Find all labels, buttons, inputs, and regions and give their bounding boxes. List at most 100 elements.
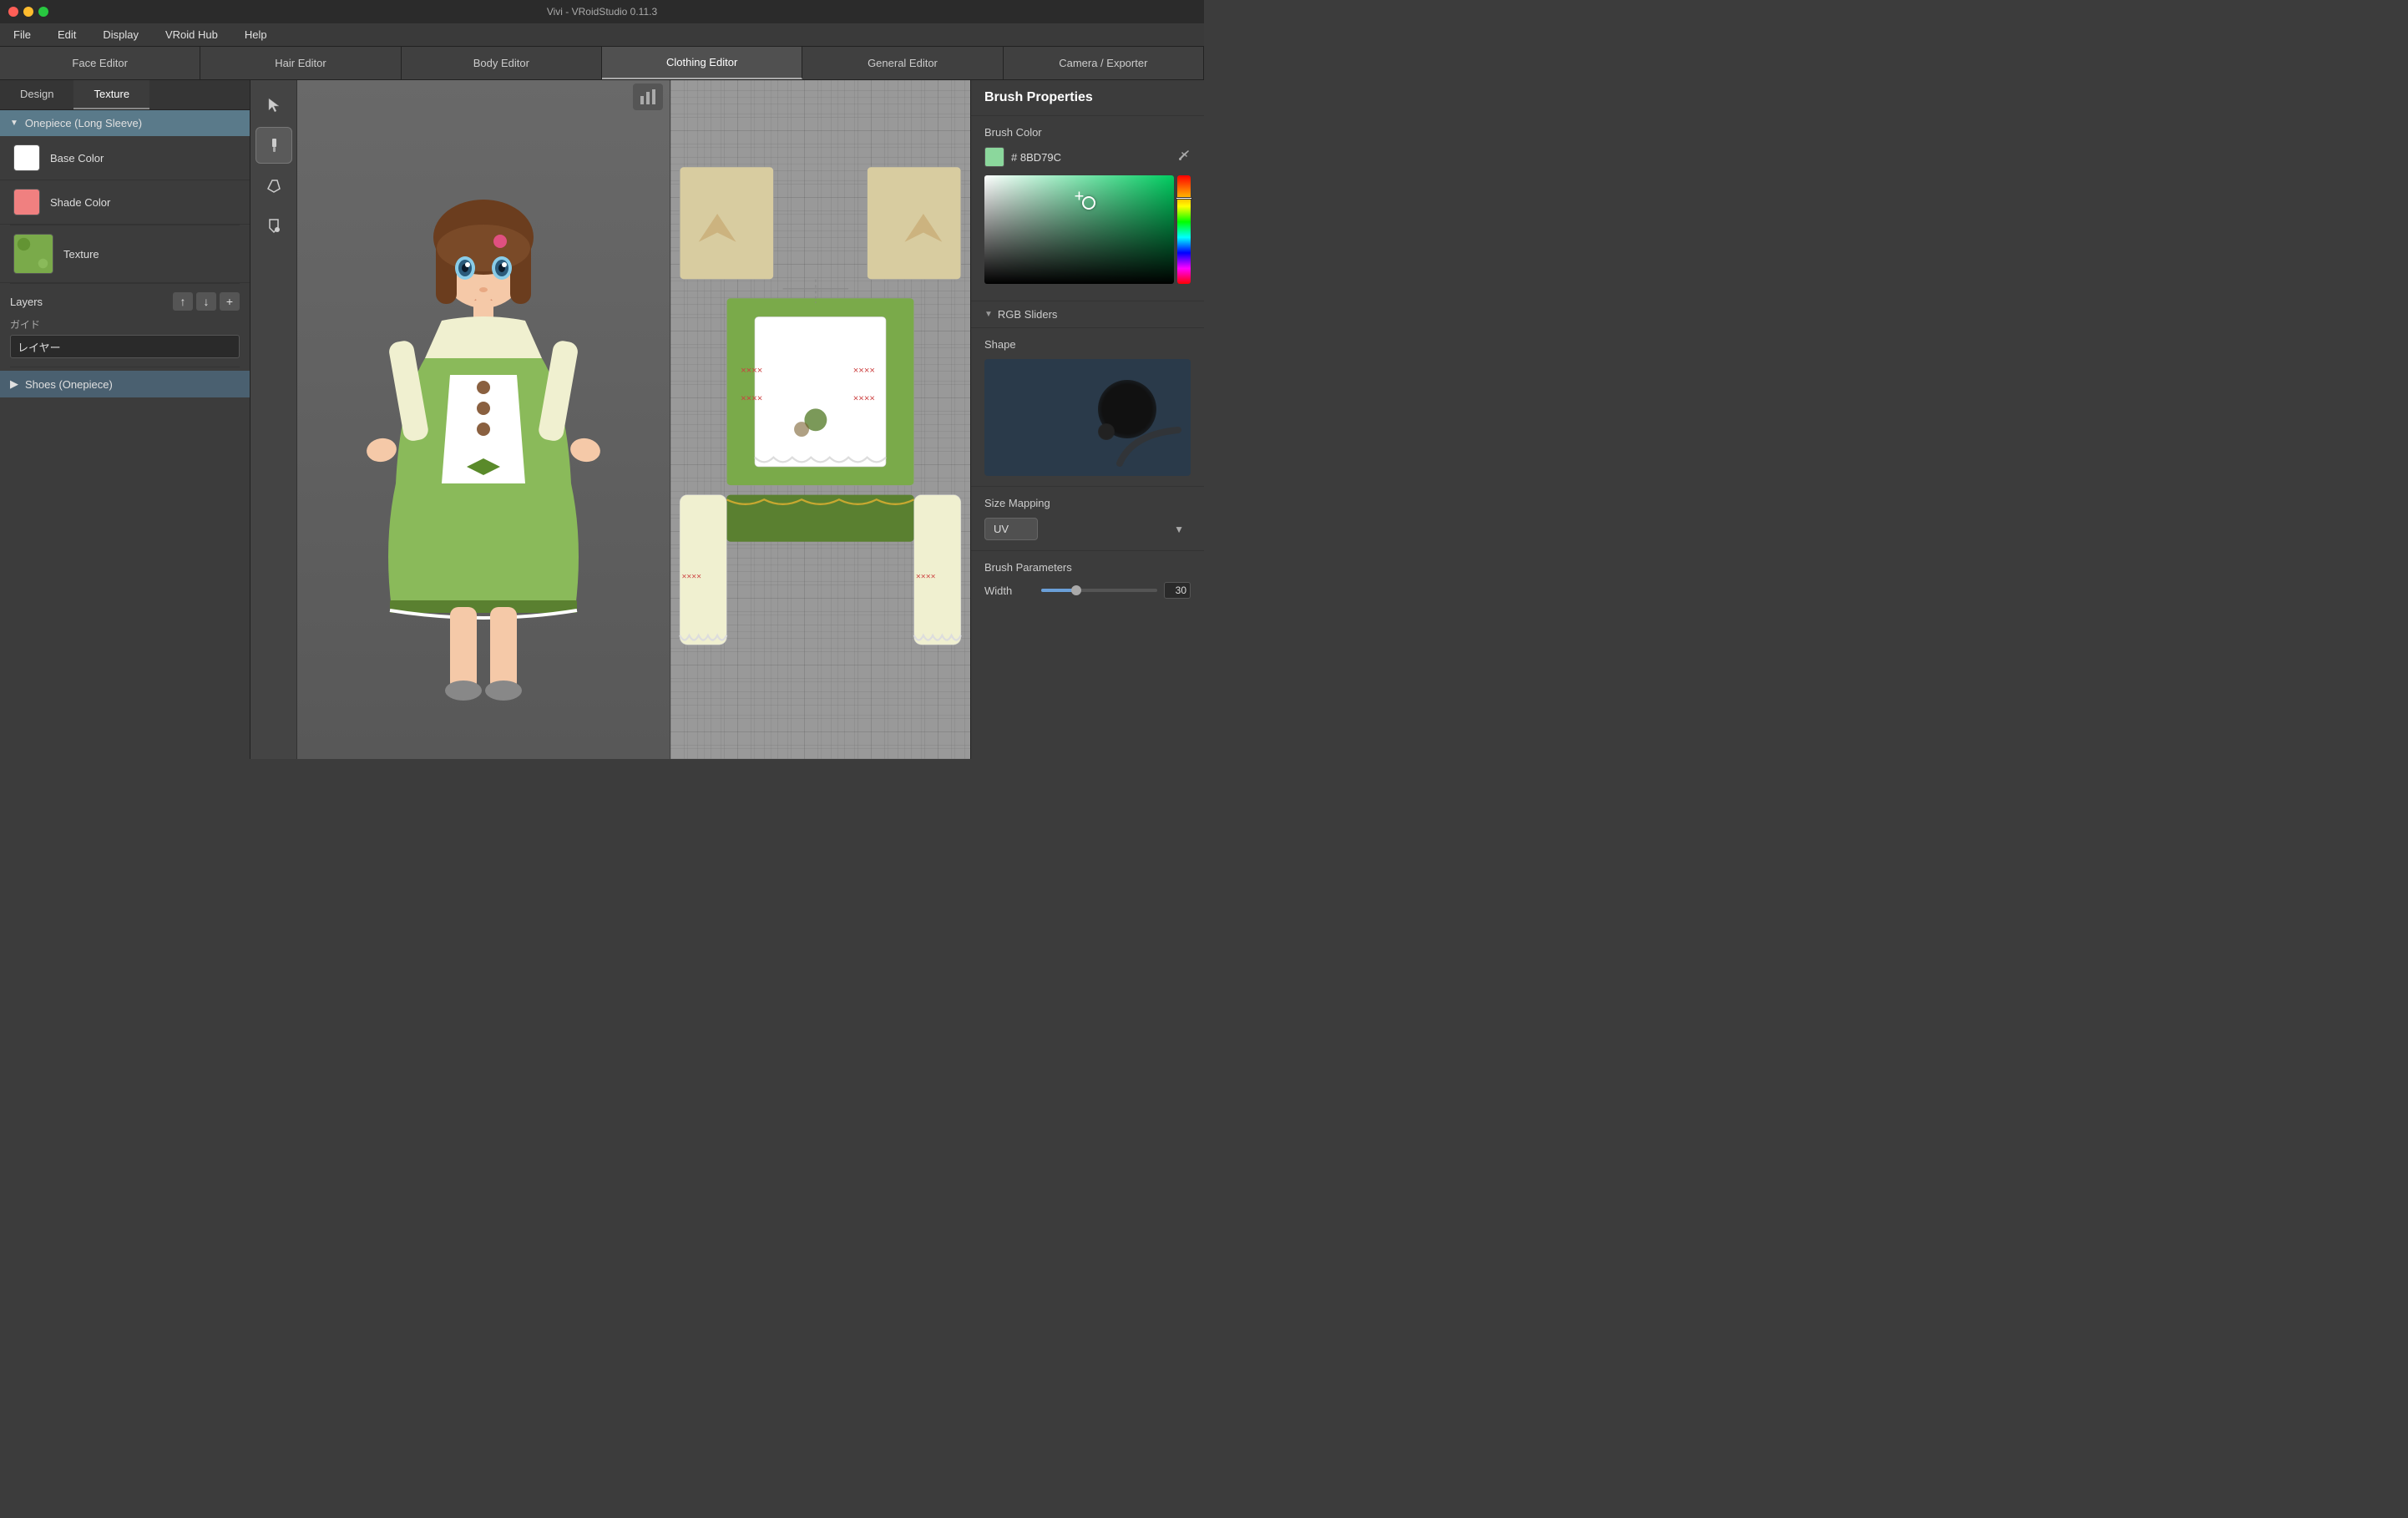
section-onepiece-label: Onepiece (Long Sleeve) bbox=[25, 117, 142, 129]
title-bar: Vivi - VRoidStudio 0.11.3 bbox=[0, 0, 1204, 23]
tab-face-editor[interactable]: Face Editor bbox=[0, 47, 200, 79]
width-slider[interactable] bbox=[1041, 589, 1157, 592]
texture-thumbnail bbox=[13, 234, 53, 274]
tool-cursor[interactable] bbox=[255, 87, 292, 124]
rgb-section: ▼ RGB Sliders bbox=[971, 301, 1204, 328]
layer-add-button[interactable]: + bbox=[220, 292, 240, 311]
menu-display[interactable]: Display bbox=[98, 27, 144, 43]
eyedropper-button[interactable] bbox=[1177, 149, 1191, 166]
tab-general-editor[interactable]: General Editor bbox=[802, 47, 1003, 79]
size-mapping-dropdown[interactable]: UV Screen World bbox=[984, 518, 1038, 540]
close-button[interactable] bbox=[8, 7, 18, 17]
size-mapping-section: Size Mapping UV Screen World ▼ bbox=[971, 487, 1204, 551]
tool-brush[interactable] bbox=[255, 127, 292, 164]
width-param-row: Width 30 bbox=[984, 582, 1191, 599]
section-shoes-label: Shoes (Onepiece) bbox=[25, 378, 113, 391]
base-color-swatch bbox=[13, 144, 40, 171]
layers-controls: ↑ ↓ + bbox=[173, 292, 240, 311]
menu-file[interactable]: File bbox=[8, 27, 36, 43]
tab-hair-editor[interactable]: Hair Editor bbox=[200, 47, 401, 79]
left-panel: Design Texture ▼ Onepiece (Long Sleeve) … bbox=[0, 80, 250, 759]
layer-name-input[interactable] bbox=[10, 335, 240, 358]
tab-clothing-editor[interactable]: Clothing Editor bbox=[602, 47, 802, 79]
tool-panel bbox=[250, 80, 297, 759]
shade-color-row[interactable]: Shade Color bbox=[0, 180, 250, 225]
svg-text:××××: ×××× bbox=[741, 365, 762, 375]
dropdown-arrow-icon: ▼ bbox=[1174, 524, 1184, 535]
brush-dot-secondary bbox=[1098, 423, 1115, 440]
maximize-button[interactable] bbox=[38, 7, 48, 17]
section-onepiece-arrow: ▼ bbox=[10, 119, 18, 128]
tool-eraser[interactable] bbox=[255, 167, 292, 204]
center-area: ×××× ×××× ×××× ×××× bbox=[250, 80, 970, 759]
svg-text:××××: ×××× bbox=[681, 572, 701, 581]
guide-label: ガイド bbox=[10, 317, 240, 331]
shade-color-swatch bbox=[13, 189, 40, 215]
layers-header: Layers ↑ ↓ + bbox=[10, 292, 240, 311]
hue-slider[interactable] bbox=[1177, 175, 1191, 284]
width-value[interactable]: 30 bbox=[1164, 582, 1191, 599]
layers-title: Layers bbox=[10, 296, 43, 308]
layers-section: Layers ↑ ↓ + ガイド bbox=[0, 284, 250, 367]
width-slider-thumb[interactable] bbox=[1071, 585, 1081, 595]
character-area bbox=[297, 80, 670, 759]
menu-vroid-hub[interactable]: VRoid Hub bbox=[160, 27, 223, 43]
rgb-sliders-label: RGB Sliders bbox=[998, 308, 1058, 321]
tab-texture[interactable]: Texture bbox=[73, 80, 149, 109]
color-gradient[interactable]: + bbox=[984, 175, 1174, 284]
sub-tabs: Design Texture bbox=[0, 80, 250, 110]
svg-text:××××: ×××× bbox=[916, 572, 936, 581]
shape-section: Shape bbox=[971, 328, 1204, 487]
window-controls[interactable] bbox=[8, 7, 48, 17]
left-content: ▼ Onepiece (Long Sleeve) Base Color Shad… bbox=[0, 110, 250, 759]
brush-color-section: Brush Color # 8BD79C + bbox=[971, 116, 1204, 301]
brush-icon bbox=[266, 137, 282, 154]
eraser-icon bbox=[266, 177, 282, 194]
menu-help[interactable]: Help bbox=[240, 27, 272, 43]
svg-text:××××: ×××× bbox=[741, 393, 762, 403]
fill-icon bbox=[266, 217, 282, 234]
color-hex-row: # 8BD79C bbox=[984, 147, 1191, 167]
svg-text:××××: ×××× bbox=[853, 365, 875, 375]
rgb-collapse-arrow: ▼ bbox=[984, 310, 993, 319]
hex-value: # 8BD79C bbox=[1011, 151, 1061, 164]
tab-design[interactable]: Design bbox=[0, 80, 73, 109]
layer-up-button[interactable]: ↑ bbox=[173, 292, 193, 311]
uv-editor[interactable]: ×××× ×××× ×××× ×××× bbox=[670, 80, 970, 759]
color-picker-area[interactable]: + bbox=[984, 175, 1191, 284]
layer-down-button[interactable]: ↓ bbox=[196, 292, 216, 311]
brush-properties-header: Brush Properties bbox=[971, 80, 1204, 116]
hue-cursor bbox=[1176, 197, 1192, 200]
viewport-3d[interactable] bbox=[297, 80, 670, 759]
brush-color-indicator[interactable] bbox=[984, 147, 1004, 167]
tab-body-editor[interactable]: Body Editor bbox=[402, 47, 602, 79]
texture-row[interactable]: Texture bbox=[0, 225, 250, 283]
base-color-label: Base Color bbox=[50, 152, 104, 164]
width-label: Width bbox=[984, 584, 1035, 597]
brush-color-title: Brush Color bbox=[984, 126, 1191, 139]
brush-parameters-title: Brush Parameters bbox=[984, 561, 1191, 574]
size-mapping-title: Size Mapping bbox=[984, 497, 1191, 509]
color-cursor-plus: + bbox=[1075, 188, 1085, 207]
base-color-row[interactable]: Base Color bbox=[0, 136, 250, 180]
right-panel: Brush Properties Brush Color # 8BD79C bbox=[970, 80, 1204, 759]
shape-title: Shape bbox=[984, 338, 1191, 351]
texture-label: Texture bbox=[63, 248, 99, 261]
menu-edit[interactable]: Edit bbox=[53, 27, 81, 43]
main-layout: Design Texture ▼ Onepiece (Long Sleeve) … bbox=[0, 80, 1204, 759]
section-onepiece-header[interactable]: ▼ Onepiece (Long Sleeve) bbox=[0, 110, 250, 136]
editor-tabs: Face Editor Hair Editor Body Editor Clot… bbox=[0, 47, 1204, 80]
section-shoes-arrow: ▶ bbox=[10, 377, 18, 391]
svg-text:××××: ×××× bbox=[853, 393, 875, 403]
minimize-button[interactable] bbox=[23, 7, 33, 17]
character-svg bbox=[358, 191, 609, 759]
brush-parameters-section: Brush Parameters Width 30 bbox=[971, 551, 1204, 617]
section-shoes-header[interactable]: ▶ Shoes (Onepiece) bbox=[0, 371, 250, 397]
brush-stroke-preview bbox=[1115, 426, 1182, 468]
rgb-header[interactable]: ▼ RGB Sliders bbox=[971, 301, 1204, 327]
shape-preview[interactable] bbox=[984, 359, 1191, 476]
uv-background: ×××× ×××× ×××× ×××× bbox=[670, 80, 970, 759]
shade-color-label: Shade Color bbox=[50, 196, 110, 209]
tool-fill[interactable] bbox=[255, 207, 292, 244]
tab-camera-exporter[interactable]: Camera / Exporter bbox=[1004, 47, 1204, 79]
